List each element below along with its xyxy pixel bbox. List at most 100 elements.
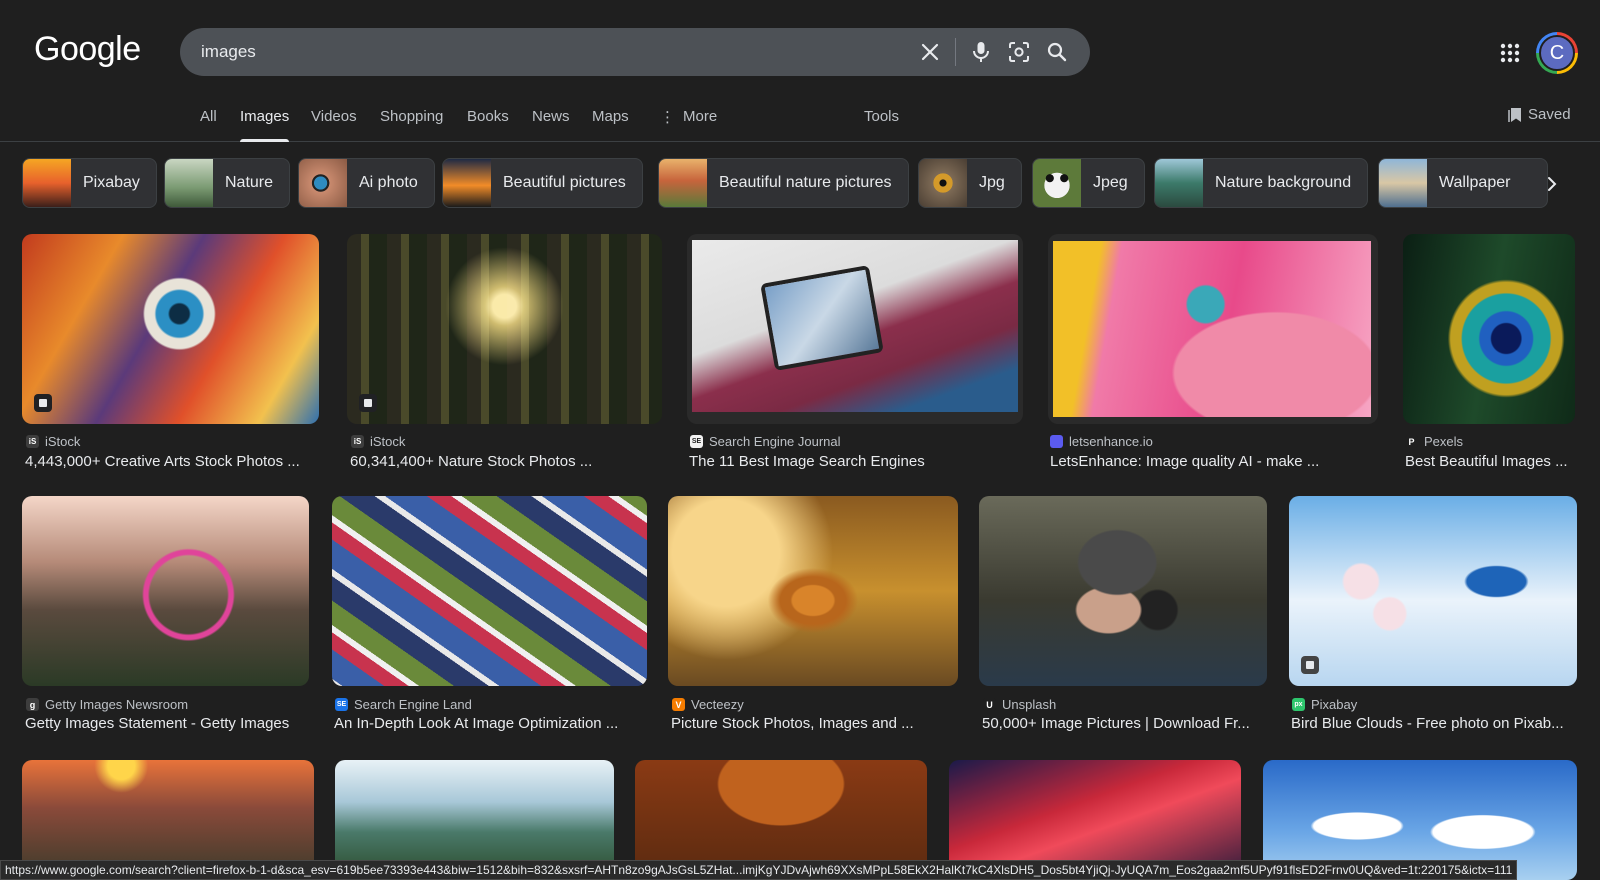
photo-content bbox=[1053, 241, 1371, 417]
result-source[interactable]: U Unsplash bbox=[983, 697, 1056, 712]
google-logo[interactable]: Google bbox=[34, 30, 141, 69]
chip-thumbnail bbox=[1155, 159, 1203, 207]
result-thumbnail[interactable] bbox=[22, 496, 309, 686]
chip-pixabay[interactable]: Pixabay bbox=[22, 158, 157, 208]
result-thumbnail[interactable] bbox=[332, 496, 647, 686]
favicon-icon: g bbox=[26, 698, 39, 711]
chip-label: Beautiful nature pictures bbox=[719, 174, 892, 191]
result-title[interactable]: 60,341,400+ Nature Stock Photos ... bbox=[350, 453, 660, 470]
tab-more[interactable]: ⋮ More bbox=[660, 108, 717, 140]
google-apps-icon[interactable] bbox=[1495, 38, 1525, 68]
chip-thumbnail bbox=[299, 159, 347, 207]
source-name: iStock bbox=[370, 434, 406, 449]
chip-beautiful-nature-pictures[interactable]: Beautiful nature pictures bbox=[658, 158, 909, 208]
tab-shopping[interactable]: Shopping bbox=[380, 108, 443, 140]
chip-label: Jpg bbox=[979, 174, 1005, 191]
chip-thumbnail bbox=[23, 159, 71, 207]
result-source[interactable]: g Getty Images Newsroom bbox=[26, 697, 188, 712]
chip-label: Nature background bbox=[1215, 174, 1352, 191]
favicon-icon: P bbox=[1405, 435, 1418, 448]
source-name: letsenhance.io bbox=[1069, 434, 1153, 449]
chip-jpeg[interactable]: Jpeg bbox=[1032, 158, 1145, 208]
result-source[interactable]: iS iStock bbox=[26, 434, 80, 449]
chip-wallpaper[interactable]: Wallpaper bbox=[1378, 158, 1548, 208]
chip-label: Beautiful pictures bbox=[503, 174, 626, 191]
result-title[interactable]: 50,000+ Image Pictures | Download Fr... bbox=[982, 715, 1266, 732]
favicon-icon bbox=[1050, 435, 1063, 448]
source-name: Getty Images Newsroom bbox=[45, 697, 189, 712]
result-thumbnail[interactable] bbox=[1289, 496, 1577, 686]
source-name: Unsplash bbox=[1002, 697, 1057, 712]
search-tabs: All Images Videos Shopping Books News Ma… bbox=[0, 100, 1600, 142]
result-thumbnail[interactable] bbox=[979, 496, 1267, 686]
lens-camera-icon[interactable] bbox=[1000, 33, 1038, 71]
result-title[interactable]: Getty Images Statement - Getty Images bbox=[25, 715, 311, 732]
chip-thumbnail bbox=[443, 159, 491, 207]
favicon-icon: V bbox=[672, 698, 685, 711]
tab-books[interactable]: Books bbox=[467, 108, 509, 140]
microphone-icon[interactable] bbox=[962, 33, 1000, 71]
search-divider bbox=[955, 38, 956, 66]
image-badge-icon bbox=[1301, 656, 1319, 674]
bookmark-icon bbox=[1508, 107, 1521, 122]
result-source[interactable]: SE Search Engine Land bbox=[335, 697, 472, 712]
result-title[interactable]: The 11 Best Image Search Engines bbox=[689, 453, 1023, 470]
chip-label: Wallpaper bbox=[1439, 174, 1511, 191]
result-title[interactable]: 4,443,000+ Creative Arts Stock Photos ..… bbox=[25, 453, 319, 470]
chip-thumbnail bbox=[165, 159, 213, 207]
result-title[interactable]: Bird Blue Clouds - Free photo on Pixab..… bbox=[1291, 715, 1576, 732]
result-thumbnail[interactable] bbox=[1403, 234, 1575, 424]
result-source[interactable]: V Vecteezy bbox=[672, 697, 744, 712]
result-thumbnail[interactable] bbox=[687, 234, 1023, 424]
result-title[interactable]: Picture Stock Photos, Images and ... bbox=[671, 715, 959, 732]
search-icon[interactable] bbox=[1038, 33, 1076, 71]
search-input[interactable] bbox=[201, 42, 911, 62]
chip-nature[interactable]: Nature bbox=[164, 158, 291, 208]
chip-label: Ai photo bbox=[359, 174, 418, 191]
result-source[interactable]: letsenhance.io bbox=[1050, 434, 1153, 449]
tab-maps[interactable]: Maps bbox=[592, 108, 629, 140]
tab-images[interactable]: Images bbox=[240, 108, 290, 142]
result-source[interactable]: iS iStock bbox=[351, 434, 405, 449]
result-thumbnail[interactable] bbox=[22, 234, 319, 424]
source-name: Pixabay bbox=[1311, 697, 1358, 712]
result-source[interactable]: SE Search Engine Journal bbox=[690, 434, 841, 449]
favicon-icon: iS bbox=[26, 435, 39, 448]
chip-ai-photo[interactable]: Ai photo bbox=[298, 158, 435, 208]
chip-jpg[interactable]: Jpg bbox=[918, 158, 1022, 208]
related-search-chips: Pixabay Nature Ai photo Beautiful pictur… bbox=[22, 158, 1562, 210]
result-thumbnail[interactable] bbox=[668, 496, 958, 686]
result-title[interactable]: An In-Depth Look At Image Optimization .… bbox=[334, 715, 646, 732]
source-name: Search Engine Journal bbox=[709, 434, 841, 449]
chip-nature-background[interactable]: Nature background bbox=[1154, 158, 1369, 208]
chip-thumbnail bbox=[1379, 159, 1427, 207]
tools-button[interactable]: Tools bbox=[864, 108, 899, 140]
source-name: Vecteezy bbox=[691, 697, 744, 712]
tab-news[interactable]: News bbox=[532, 108, 570, 140]
image-badge-icon bbox=[34, 394, 52, 412]
result-source[interactable]: P Pexels bbox=[1405, 434, 1463, 449]
account-avatar-button[interactable]: C bbox=[1536, 32, 1578, 74]
favicon-icon: SE bbox=[335, 698, 348, 711]
clear-search-icon[interactable] bbox=[911, 33, 949, 71]
chip-thumbnail bbox=[659, 159, 707, 207]
chips-next-chevron-icon[interactable] bbox=[1534, 168, 1570, 200]
chip-thumbnail bbox=[919, 159, 967, 207]
source-name: Pexels bbox=[1424, 434, 1464, 449]
chip-thumbnail bbox=[1033, 159, 1081, 207]
tab-more-label: More bbox=[683, 108, 718, 125]
chip-beautiful-pictures[interactable]: Beautiful pictures bbox=[442, 158, 643, 208]
result-title[interactable]: LetsEnhance: Image quality AI - make ... bbox=[1050, 453, 1380, 470]
tab-all[interactable]: All bbox=[200, 108, 217, 140]
search-bar bbox=[180, 28, 1090, 76]
chip-label: Nature bbox=[225, 174, 274, 191]
tab-videos[interactable]: Videos bbox=[311, 108, 357, 140]
result-title[interactable]: Best Beautiful Images ... bbox=[1405, 453, 1577, 470]
google-images-page: Google C All Images Videos bbox=[0, 0, 1600, 880]
result-thumbnail[interactable] bbox=[1048, 234, 1378, 424]
favicon-icon: U bbox=[983, 698, 996, 711]
saved-button[interactable]: Saved bbox=[1508, 106, 1571, 123]
result-thumbnail[interactable] bbox=[347, 234, 662, 424]
result-source[interactable]: px Pixabay bbox=[1292, 697, 1357, 712]
avatar: C bbox=[1539, 35, 1575, 71]
